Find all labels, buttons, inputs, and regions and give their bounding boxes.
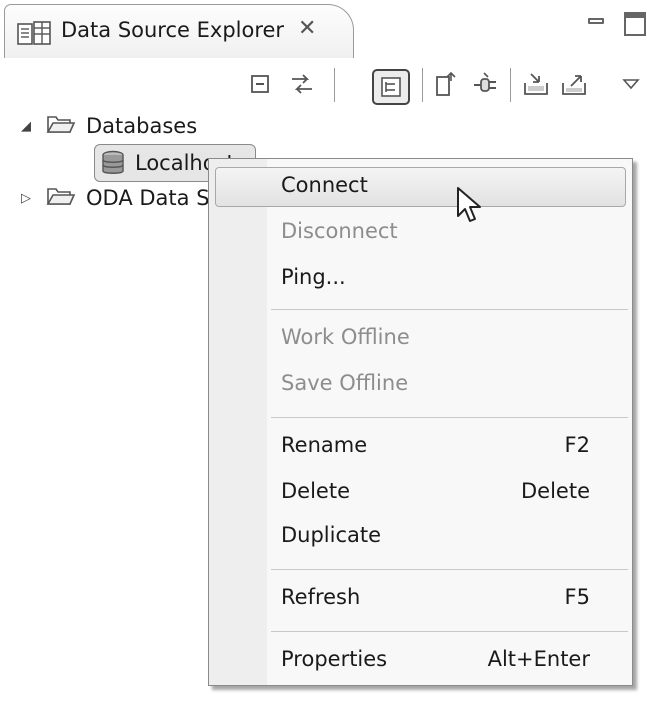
tree-node-databases[interactable]: ◢ Databases	[18, 110, 197, 142]
link-with-editor-icon[interactable]	[288, 70, 316, 98]
open-folder-icon	[46, 113, 76, 140]
context-menu: Connect Disconnect Ping... Work Offline …	[208, 158, 633, 686]
menu-item-label: Work Offline	[281, 325, 410, 349]
flat-layout-button[interactable]	[372, 69, 410, 105]
menu-item-label: Ping...	[281, 265, 346, 289]
menu-item-label: Disconnect	[281, 219, 398, 243]
view-menu-icon[interactable]	[620, 70, 642, 98]
menu-item-delete[interactable]: Delete Delete	[209, 471, 632, 515]
menu-item-label: Delete	[281, 479, 350, 503]
toolbar-separator	[334, 68, 335, 102]
menu-item-label: Properties	[281, 647, 388, 671]
menu-item-save-offline[interactable]: Save Offline	[209, 363, 632, 407]
open-folder-icon	[46, 185, 76, 212]
menu-item-shortcut: Delete	[521, 479, 590, 503]
new-connection-profile-icon[interactable]	[430, 70, 458, 98]
maximize-icon[interactable]	[624, 12, 646, 36]
flat-layout-icon	[381, 77, 401, 97]
tree-node-label: Databases	[86, 114, 198, 138]
menu-item-label: Connect	[281, 173, 368, 197]
menu-item-label: Rename	[281, 433, 368, 457]
view-title: Data Source Explorer	[61, 18, 285, 42]
menu-item-label: Refresh	[281, 585, 361, 609]
collapsed-arrow-icon[interactable]: ▷	[18, 191, 34, 206]
menu-item-label: Save Offline	[281, 371, 409, 395]
toolbar-separator	[422, 68, 423, 102]
import-icon[interactable]	[522, 70, 550, 98]
menu-item-shortcut: F2	[564, 433, 590, 457]
minimize-icon[interactable]	[588, 18, 604, 24]
menu-separator	[271, 417, 628, 418]
menu-item-rename[interactable]: Rename F2	[209, 425, 632, 469]
menu-separator	[271, 569, 628, 570]
menu-item-duplicate[interactable]: Duplicate	[209, 515, 632, 559]
menu-item-properties[interactable]: Properties Alt+Enter	[209, 639, 632, 683]
data-source-explorer-tab[interactable]: Data Source Explorer ✕	[4, 4, 354, 58]
menu-separator	[271, 631, 628, 632]
mouse-pointer-icon	[456, 186, 486, 230]
menu-item-label: Duplicate	[281, 523, 382, 547]
menu-item-connect[interactable]: Connect	[209, 165, 632, 209]
collapse-all-icon[interactable]	[246, 70, 274, 98]
menu-item-ping[interactable]: Ping...	[209, 257, 632, 301]
menu-item-shortcut: F5	[564, 585, 590, 609]
view-tab-strip: Data Source Explorer ✕	[0, 0, 647, 58]
export-icon[interactable]	[560, 70, 588, 98]
menu-item-work-offline[interactable]: Work Offline	[209, 317, 632, 361]
menu-separator	[271, 309, 628, 310]
view-toolbar	[0, 58, 647, 110]
menu-item-highlight	[215, 167, 626, 207]
menu-item-refresh[interactable]: Refresh F5	[209, 577, 632, 621]
close-icon[interactable]: ✕	[298, 16, 316, 41]
menu-item-shortcut: Alt+Enter	[487, 647, 590, 671]
toolbar-separator	[510, 68, 511, 102]
data-source-explorer-icon	[17, 21, 53, 51]
expanded-arrow-icon[interactable]: ◢	[18, 119, 34, 134]
menu-item-disconnect[interactable]: Disconnect	[209, 211, 632, 255]
connect-icon[interactable]	[472, 70, 500, 98]
database-icon	[101, 150, 125, 176]
